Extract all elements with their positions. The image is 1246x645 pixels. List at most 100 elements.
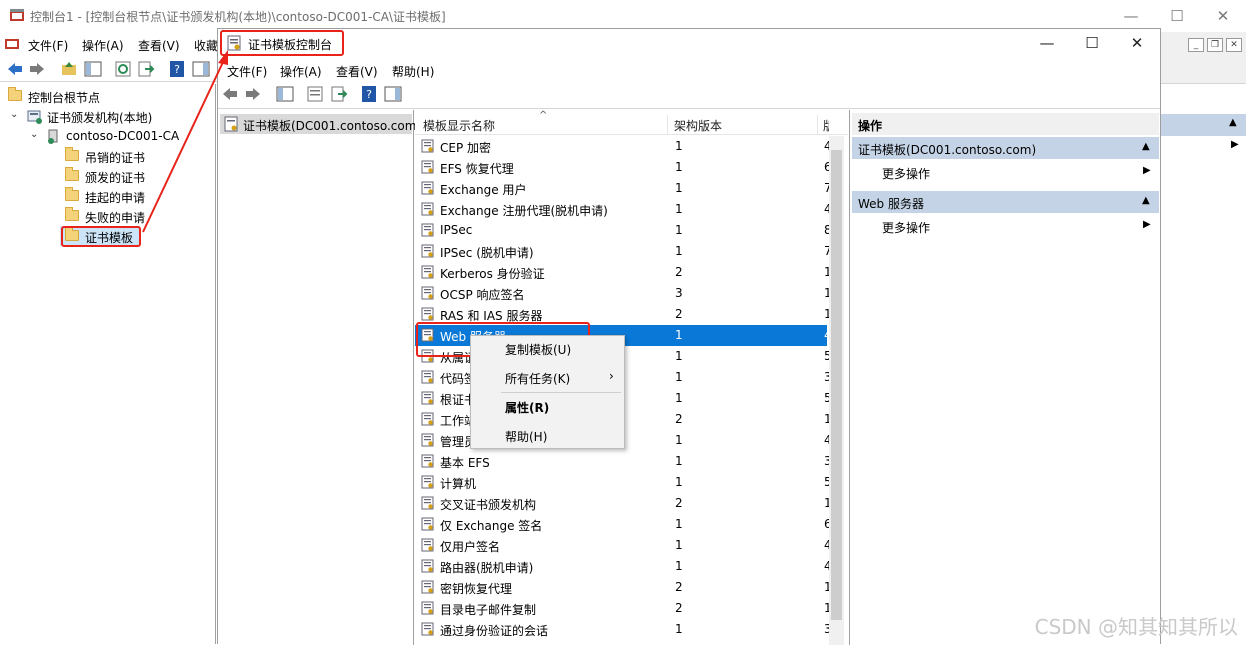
template-name: 密钥恢复代理: [440, 582, 513, 596]
inner-title-bar: 证书模板控制台 — ☐ ✕: [218, 29, 1160, 59]
outer-close-button[interactable]: ✕: [1200, 0, 1246, 32]
table-row[interactable]: 密钥恢复代理 2 1: [415, 577, 829, 598]
mdi-restore-button[interactable]: ❐: [1207, 38, 1223, 52]
tree-folder-revoked[interactable]: 吊销的证书: [0, 146, 216, 166]
outer-menu-file[interactable]: 文件(F): [28, 37, 68, 54]
up-folder-icon[interactable]: [60, 60, 78, 78]
export-list-icon[interactable]: [330, 85, 348, 103]
actions-more-1[interactable]: 更多操作 ▶: [852, 161, 1159, 183]
table-row[interactable]: Exchange 用户 1 7: [415, 178, 829, 199]
help-icon[interactable]: ?: [360, 85, 378, 103]
show-tree-icon[interactable]: [84, 60, 102, 78]
refresh-icon[interactable]: [114, 60, 132, 78]
table-row[interactable]: EFS 恢复代理 1 6: [415, 157, 829, 178]
column-separator[interactable]: [817, 115, 818, 135]
table-row[interactable]: 交叉证书颁发机构 2 1: [415, 493, 829, 514]
vertical-scrollbar[interactable]: [829, 136, 844, 645]
schema-version: 2: [675, 307, 683, 321]
collapse-up-icon[interactable]: ▲: [1142, 195, 1150, 206]
template-name: 交叉证书颁发机构: [440, 498, 537, 512]
table-row[interactable]: CEP 加密 1 4: [415, 136, 829, 157]
ctx-help[interactable]: 帮助(H): [473, 424, 623, 448]
forward-arrow-icon[interactable]: [244, 85, 262, 103]
table-row[interactable]: Kerberos 身份验证 2 1: [415, 262, 829, 283]
table-row[interactable]: 仅用户签名 1 4: [415, 535, 829, 556]
submenu-chevron-icon: ›: [609, 369, 614, 383]
table-row[interactable]: 通过身份验证的会话 1 3: [415, 619, 829, 640]
help-icon[interactable]: ?: [168, 60, 186, 78]
back-arrow-icon[interactable]: [221, 85, 239, 103]
certificate-template-icon: [421, 538, 434, 552]
tree-folder-pending[interactable]: 挂起的申请: [0, 186, 216, 206]
inner-minimize-button[interactable]: —: [1024, 27, 1070, 59]
certificate-template-icon: [421, 160, 434, 174]
ctx-properties[interactable]: 属性(R): [473, 395, 623, 419]
certificate-template-icon: [421, 580, 434, 594]
certificate-template-icon: [421, 412, 434, 426]
forward-arrow-icon[interactable]: [28, 60, 46, 78]
tree-ca[interactable]: ⌄ contoso-DC001-CA: [0, 126, 216, 146]
export-list-icon[interactable]: [137, 60, 155, 78]
show-action-pane-icon[interactable]: [192, 60, 210, 78]
table-row[interactable]: 路由器(脱机申请) 1 4: [415, 556, 829, 577]
actions-section-label: Web 服务器: [858, 197, 924, 211]
column-separator[interactable]: [667, 115, 668, 135]
schema-version: 1: [675, 349, 683, 363]
ctx-all-tasks[interactable]: 所有任务(K) ›: [473, 366, 623, 390]
scrollbar-thumb[interactable]: [831, 150, 842, 620]
ctx-item-label: 复制模板(U): [505, 343, 572, 357]
inner-scope-pane: 证书模板(DC001.contoso.com): [218, 110, 421, 645]
column-header-extra[interactable]: 版: [823, 117, 829, 134]
tree-folder-label: 颁发的证书: [85, 171, 146, 185]
schema-version: 1: [675, 202, 683, 216]
table-row[interactable]: OCSP 响应签名 3 1: [415, 283, 829, 304]
actions-section-templates[interactable]: 证书模板(DC001.contoso.com) ▲: [852, 137, 1159, 159]
submenu-arrow-icon[interactable]: ▶: [1231, 139, 1239, 150]
properties-icon[interactable]: [306, 85, 324, 103]
tree-folder-issued[interactable]: 颁发的证书: [0, 166, 216, 186]
schema-version: 1: [675, 244, 683, 258]
scope-item-templates[interactable]: 证书模板(DC001.contoso.com): [220, 114, 421, 134]
certificate-template-icon: [421, 265, 434, 279]
actions-section-web-server[interactable]: Web 服务器 ▲: [852, 191, 1159, 213]
table-row[interactable]: 基本 EFS 1 3: [415, 451, 829, 472]
table-row[interactable]: 仅 Exchange 签名 1 6: [415, 514, 829, 535]
outer-menu-view[interactable]: 查看(V): [138, 37, 180, 54]
collapse-chevron-icon[interactable]: ⌄: [30, 129, 40, 140]
tree-ca-local[interactable]: ⌄ 证书颁发机构(本地): [0, 106, 216, 126]
mdi-minimize-button[interactable]: _: [1188, 38, 1204, 52]
outer-menu-favorites[interactable]: 收藏: [194, 37, 218, 54]
certificate-template-icon: [421, 202, 434, 216]
inner-menu-view[interactable]: 查看(V): [336, 63, 378, 80]
tree-folder-failed[interactable]: 失败的申请: [0, 206, 216, 226]
inner-menu-action[interactable]: 操作(A): [280, 63, 322, 80]
outer-menu-action[interactable]: 操作(A): [82, 37, 124, 54]
show-action-pane-icon[interactable]: [384, 85, 402, 103]
tree-root[interactable]: 控制台根节点: [0, 86, 216, 106]
column-header-version[interactable]: 架构版本: [674, 117, 722, 134]
collapse-chevron-icon[interactable]: ⌄: [10, 109, 20, 120]
actions-more-2[interactable]: 更多操作 ▶: [852, 215, 1159, 237]
certificate-template-icon: [421, 223, 434, 237]
show-tree-icon[interactable]: [276, 85, 294, 103]
table-row[interactable]: IPSec 1 8: [415, 220, 829, 241]
collapse-up-icon[interactable]: ▲: [1142, 141, 1150, 152]
schema-version: 1: [675, 454, 683, 468]
inner-menu-file[interactable]: 文件(F): [227, 63, 267, 80]
table-row[interactable]: Exchange 注册代理(脱机申请) 1 4: [415, 199, 829, 220]
table-row[interactable]: 计算机 1 5: [415, 472, 829, 493]
ctx-duplicate-template[interactable]: 复制模板(U): [473, 337, 623, 361]
template-name: 基本 EFS: [440, 456, 490, 470]
mdi-close-button[interactable]: ✕: [1226, 38, 1242, 52]
table-row[interactable]: 目录电子邮件复制 2 1: [415, 598, 829, 619]
column-header-name[interactable]: 模板显示名称: [423, 117, 495, 134]
back-arrow-icon[interactable]: [6, 60, 24, 78]
table-row[interactable]: IPSec (脱机申请) 1 7: [415, 241, 829, 262]
inner-menu-help[interactable]: 帮助(H): [392, 63, 434, 80]
inner-close-button[interactable]: ✕: [1114, 27, 1160, 59]
outer-toolbar: ?: [0, 56, 217, 82]
certificate-template-icon: [421, 370, 434, 384]
certificate-template-icon: [421, 139, 434, 153]
collapse-up-icon[interactable]: ▲: [1229, 117, 1237, 128]
inner-maximize-button[interactable]: ☐: [1069, 27, 1115, 59]
